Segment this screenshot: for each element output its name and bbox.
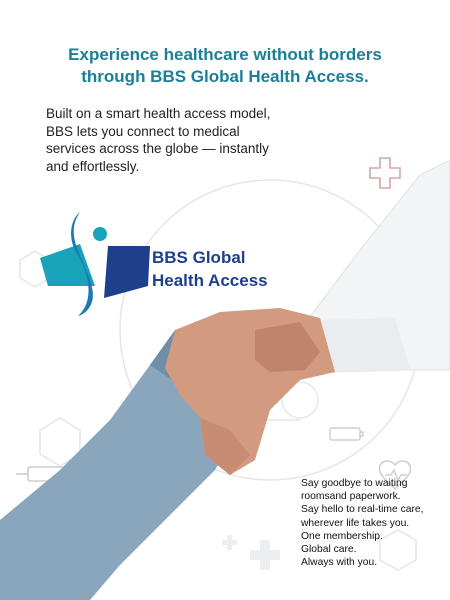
closing-line-2: roomsand paperwork. bbox=[301, 491, 401, 503]
closing-line-5: One membership. bbox=[301, 530, 383, 542]
headline-line-1: Experience healthcare without borders bbox=[68, 45, 382, 64]
intro-line-4: and effortlessly. bbox=[46, 158, 140, 174]
headline: Experience healthcare without borders th… bbox=[0, 44, 450, 88]
closing-line-3: Say hello to real-time care, bbox=[301, 504, 424, 516]
intro-line-1: Built on a smart health access model, bbox=[46, 106, 271, 121]
logo-left-arrow bbox=[40, 244, 95, 286]
logo-line-1: BBS Global bbox=[152, 248, 246, 267]
intro-line-2: BBS lets you connect to medical bbox=[46, 123, 240, 139]
headline-line-2: through BBS Global Health Access. bbox=[81, 67, 369, 86]
intro-line-3: services across the globe — instantly bbox=[46, 141, 269, 156]
closing-line-1: Say goodbye to waiting bbox=[301, 478, 408, 489]
logo-wordmark: BBS Global Health Access bbox=[152, 246, 268, 292]
logo-head-dot bbox=[93, 227, 107, 241]
closing-line-6: Global care. bbox=[301, 544, 357, 556]
closing-line-7: Always with you. bbox=[301, 557, 378, 569]
intro-paragraph: Built on a smart health access model, BB… bbox=[46, 105, 296, 175]
logo-right-panel bbox=[104, 246, 150, 298]
closing-line-4: wherever life takes you. bbox=[301, 517, 410, 529]
logo-line-2: Health Access bbox=[152, 271, 268, 290]
closing-paragraph: Say goodbye to waiting roomsand paperwor… bbox=[301, 477, 449, 569]
